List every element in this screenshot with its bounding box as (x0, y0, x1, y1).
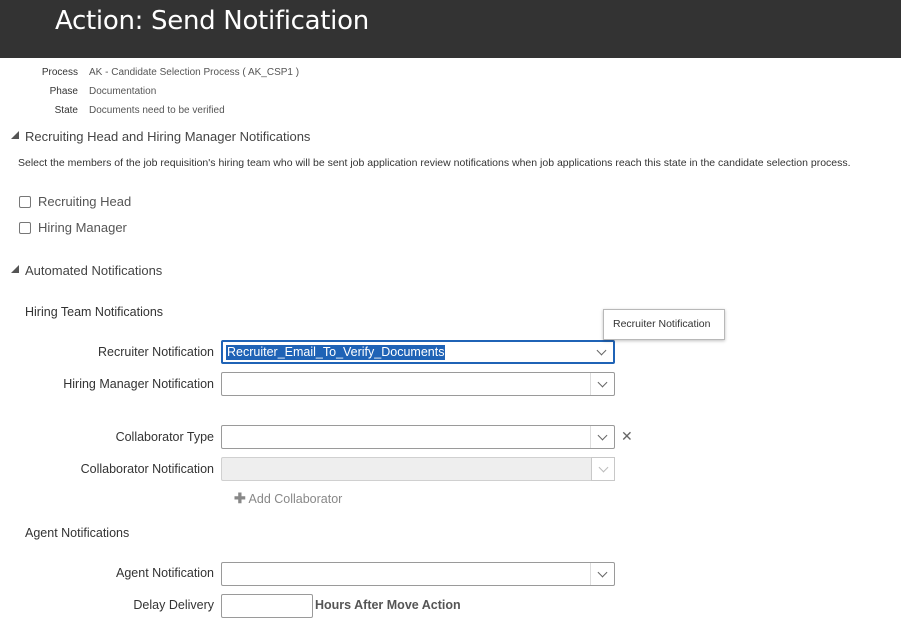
state-label: State (54, 105, 78, 116)
add-collaborator-label: Add Collaborator (248, 492, 343, 506)
hiring-manager-label[interactable]: Hiring Manager (38, 220, 127, 235)
add-collaborator-button[interactable]: ✚ Add Collaborator (234, 490, 342, 507)
page-title: Action: Send Notification (55, 6, 369, 36)
phase-label: Phase (49, 86, 78, 97)
tooltip: Recruiter Notification (603, 309, 725, 340)
hiring-manager-notification-select[interactable] (221, 372, 615, 396)
agent-notification-select[interactable] (221, 562, 615, 586)
process-value: AK - Candidate Selection Process ( AK_CS… (89, 67, 300, 78)
agent-notification-label: Agent Notification (116, 566, 214, 580)
delay-delivery-input[interactable] (221, 594, 313, 618)
recruiting-section-title[interactable]: Recruiting Head and Hiring Manager Notif… (25, 129, 310, 144)
chevron-down-icon[interactable] (590, 373, 614, 395)
recruiting-head-checkbox[interactable] (19, 196, 31, 208)
chevron-down-icon (591, 457, 615, 481)
hiring-manager-checkbox[interactable] (19, 222, 31, 234)
recruiting-section-description: Select the members of the job requisitio… (18, 157, 851, 169)
automated-section-title[interactable]: Automated Notifications (25, 263, 162, 278)
plus-icon: ✚ (234, 490, 246, 506)
recruiter-notification-select[interactable]: Recruiter_Email_To_Verify_Documents (221, 340, 615, 364)
state-value: Documents need to be verified (89, 105, 225, 116)
delay-delivery-label: Delay Delivery (133, 598, 214, 612)
chevron-down-icon[interactable] (590, 563, 614, 585)
hiring-manager-notification-label: Hiring Manager Notification (63, 377, 214, 391)
collapse-triangle-icon[interactable] (11, 265, 19, 273)
phase-value: Documentation (89, 86, 157, 97)
collapse-triangle-icon[interactable] (11, 131, 19, 139)
chevron-down-icon[interactable] (589, 342, 613, 362)
collaborator-notification-select (221, 457, 615, 481)
remove-collaborator-icon[interactable]: ✕ (621, 428, 633, 445)
recruiter-notification-label: Recruiter Notification (97, 345, 214, 359)
hiring-team-title: Hiring Team Notifications (25, 305, 164, 319)
collaborator-notification-label: Collaborator Notification (80, 462, 214, 476)
process-label: Process (41, 67, 78, 78)
recruiting-head-label[interactable]: Recruiting Head (38, 194, 131, 209)
agent-notifications-title: Agent Notifications (25, 526, 130, 540)
collaborator-type-select[interactable] (221, 425, 615, 449)
chevron-down-icon[interactable] (590, 426, 614, 448)
collaborator-type-label: Collaborator Type (115, 430, 214, 444)
hours-after-move-label: Hours After Move Action (315, 598, 461, 612)
recruiter-notification-value: Recruiter_Email_To_Verify_Documents (226, 345, 446, 360)
